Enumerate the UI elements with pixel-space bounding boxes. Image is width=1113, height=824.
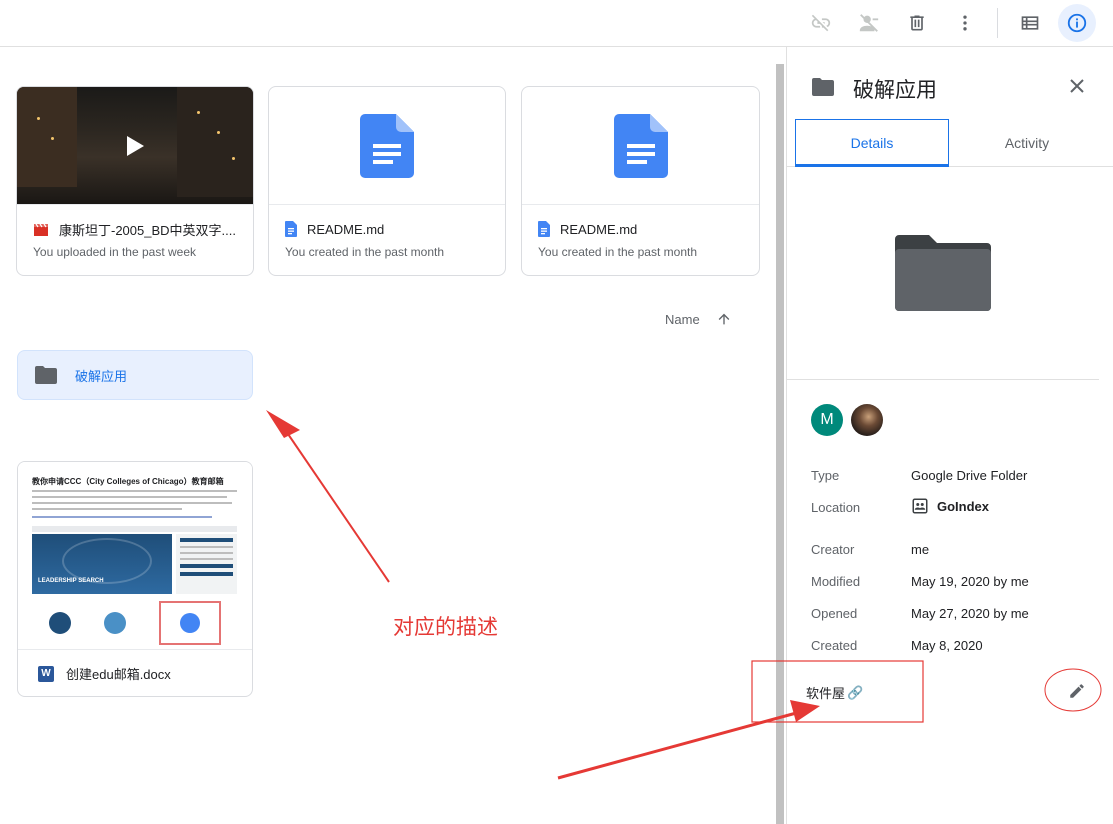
file-browser: 康斯坦丁-2005_BD中英双字.... You uploaded in the… — [0, 47, 778, 824]
preview-banner: LEADERSHIP SEARCH — [38, 578, 104, 584]
scrollbar[interactable] — [776, 64, 784, 824]
file-name: 创建edu邮箱.docx — [66, 667, 171, 682]
location-name: GoIndex — [937, 498, 990, 514]
word-file-icon: W — [38, 665, 54, 682]
pencil-icon — [1070, 684, 1084, 698]
sort-label: Name — [665, 311, 700, 327]
panel-title: 破解应用 — [853, 79, 937, 102]
card-subtitle: You created in the past month — [538, 245, 697, 259]
folder-icon — [35, 366, 57, 384]
detail-value-modified: May 19, 2020 by me — [911, 574, 1029, 589]
play-icon — [127, 135, 144, 156]
link-icon: 🔗 — [847, 684, 864, 700]
link-off-icon[interactable] — [802, 4, 840, 42]
card-title: 康斯坦丁-2005_BD中英双字.... — [59, 222, 236, 238]
card-subtitle: You created in the past month — [285, 245, 444, 259]
video-thumbnail — [17, 87, 253, 205]
more-vert-icon[interactable] — [946, 4, 984, 42]
shared-drive-icon — [912, 498, 928, 514]
folder-description[interactable]: 软件屋 🔗 — [806, 683, 863, 702]
folder-preview-icon — [895, 235, 991, 311]
list-view-icon[interactable] — [1011, 4, 1049, 42]
avatar[interactable] — [851, 404, 883, 436]
panel-header: 破解应用 — [787, 47, 1113, 119]
doc-thumbnail — [522, 87, 759, 205]
doc-preview-thumbnail: 教你申请CCC（City Colleges of Chicago）教育邮箱 LE… — [18, 462, 252, 650]
suggested-card-readme[interactable]: README.md You created in the past month — [268, 86, 506, 276]
detail-label-type: Type — [811, 468, 840, 483]
close-icon[interactable] — [1063, 72, 1091, 100]
remove-person-icon[interactable] — [850, 4, 888, 42]
doc-file-icon — [538, 221, 550, 237]
suggested-card-video[interactable]: 康斯坦丁-2005_BD中英双字.... You uploaded in the… — [16, 86, 254, 276]
google-doc-icon — [613, 113, 668, 178]
detail-label-modified: Modified — [811, 574, 861, 589]
video-file-icon — [34, 223, 48, 236]
tab-activity[interactable]: Activity — [950, 119, 1104, 167]
suggested-card-readme[interactable]: README.md You created in the past month — [521, 86, 760, 276]
sort-control[interactable]: Name — [665, 311, 732, 327]
detail-value-creator: me — [911, 542, 930, 557]
toolbar-separator — [997, 8, 998, 38]
file-card-docx[interactable]: 教你申请CCC（City Colleges of Chicago）教育邮箱 LE… — [17, 461, 253, 697]
detail-value-location[interactable]: GoIndex — [911, 497, 989, 515]
avatar[interactable]: M — [811, 404, 843, 436]
doc-file-icon — [285, 221, 297, 237]
tab-details[interactable]: Details — [795, 119, 949, 167]
edit-description-button[interactable] — [1063, 677, 1091, 705]
detail-value-created: May 8, 2020 — [911, 638, 983, 653]
detail-label-opened: Opened — [811, 606, 858, 621]
divider — [787, 379, 1099, 380]
card-title: README.md — [307, 221, 385, 237]
detail-label-creator: Creator — [811, 542, 855, 557]
panel-tabs: Details Activity — [787, 119, 1113, 167]
folder-name: 破解应用 — [75, 368, 128, 384]
detail-value-opened: May 27, 2020 by me — [911, 606, 1029, 621]
detail-label-created: Created — [811, 638, 858, 653]
detail-label-location: Location — [811, 500, 861, 515]
card-title: README.md — [560, 221, 638, 237]
info-icon[interactable] — [1058, 4, 1096, 42]
detail-value-type: Google Drive Folder — [911, 468, 1028, 483]
description-text: 软件屋 — [806, 686, 846, 701]
folder-item-selected[interactable]: 破解应用 — [17, 350, 253, 400]
preview-heading: 教你申请CCC（City Colleges of Chicago）教育邮箱 — [32, 477, 224, 486]
card-subtitle: You uploaded in the past week — [33, 245, 197, 259]
doc-thumbnail — [269, 87, 505, 205]
top-toolbar — [0, 0, 1113, 47]
annotation-text: 对应的描述 — [393, 615, 498, 639]
google-doc-icon — [360, 113, 414, 178]
arrow-up-icon[interactable] — [716, 311, 732, 327]
trash-icon[interactable] — [898, 4, 936, 42]
folder-icon — [812, 78, 834, 96]
details-panel: 破解应用 Details Activity M Type Google Driv… — [787, 47, 1113, 824]
shared-with[interactable]: M — [811, 404, 883, 436]
